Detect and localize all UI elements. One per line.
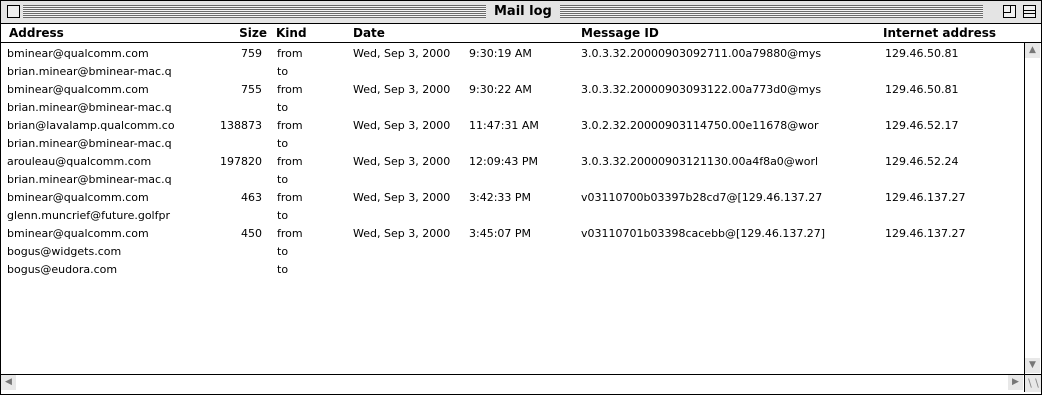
- scroll-right-arrow-icon[interactable]: ▶: [1008, 375, 1023, 390]
- cell-kind: to: [277, 245, 289, 258]
- cell-date: Wed, Sep 3, 2000: [353, 227, 451, 240]
- collapse-box-icon[interactable]: [1023, 5, 1036, 18]
- mail-log-window: Mail log Address Size Kind Date Message …: [0, 0, 1042, 395]
- cell-address: glenn.muncrief@future.golfpr: [7, 209, 170, 222]
- cell-date: Wed, Sep 3, 2000: [353, 191, 451, 204]
- scroll-down-arrow-icon[interactable]: ▼: [1025, 358, 1040, 373]
- cell-kind: from: [277, 191, 303, 204]
- cell-message-id: 3.0.3.32.20000903092711.00a79880@mys: [581, 47, 822, 60]
- column-header-internet-address[interactable]: Internet address: [883, 24, 1023, 42]
- table-row[interactable]: arouleau@qualcomm.com 197820 from Wed, Sep …: [1, 153, 1024, 171]
- cell-time: 9:30:22 AM: [469, 83, 532, 96]
- cell-size: 759: [241, 47, 262, 60]
- cell-internet-address: 129.46.137.27: [885, 227, 966, 240]
- cell-address: bminear@qualcomm.com: [7, 83, 149, 96]
- column-header-kind[interactable]: Kind: [276, 24, 336, 42]
- horizontal-scrollbar[interactable]: ◀ ▶: [1, 374, 1024, 391]
- title-bar[interactable]: Mail log: [1, 1, 1041, 24]
- window-title: Mail log: [486, 2, 560, 22]
- cell-date: Wed, Sep 3, 2000: [353, 155, 451, 168]
- table-row[interactable]: brian.minear@bminear-mac.q to: [1, 63, 1024, 81]
- table-row[interactable]: bminear@qualcomm.com 450 from Wed, Sep 3, 2…: [1, 225, 1024, 243]
- cell-address: bogus@widgets.com: [7, 245, 122, 258]
- table-row[interactable]: bminear@qualcomm.com 463 from Wed, Sep 3, 2…: [1, 189, 1024, 207]
- cell-message-id: v03110700b03397b28cd7@[129.46.137.27: [581, 191, 823, 204]
- column-header-row: Address Size Kind Date Message ID Intern…: [1, 24, 1041, 43]
- table-row[interactable]: brian.minear@bminear-mac.q to: [1, 99, 1024, 117]
- cell-address: bminear@qualcomm.com: [7, 47, 149, 60]
- table-row[interactable]: brian.minear@bminear-mac.q to: [1, 171, 1024, 189]
- close-box-icon[interactable]: [7, 5, 20, 18]
- cell-message-id: 3.0.2.32.20000903114750.00e11678@wor: [581, 119, 819, 132]
- column-header-message-id[interactable]: Message ID: [581, 24, 861, 42]
- cell-kind: from: [277, 119, 303, 132]
- scroll-left-arrow-icon[interactable]: ◀: [1, 375, 16, 390]
- cell-size: 197820: [220, 155, 262, 168]
- cell-date: Wed, Sep 3, 2000: [353, 83, 451, 96]
- cell-address: brian.minear@bminear-mac.q: [7, 65, 172, 78]
- cell-address: brian@lavalamp.qualcomm.co: [7, 119, 175, 132]
- cell-kind: to: [277, 137, 289, 150]
- cell-kind: to: [277, 263, 289, 276]
- cell-internet-address: 129.46.137.27: [885, 191, 966, 204]
- cell-address: brian.minear@bminear-mac.q: [7, 137, 172, 150]
- cell-time: 12:09:43 PM: [469, 155, 539, 168]
- column-header-address[interactable]: Address: [9, 24, 189, 42]
- cell-size: 463: [241, 191, 262, 204]
- cell-kind: to: [277, 209, 289, 222]
- cell-kind: from: [277, 83, 303, 96]
- cell-time: 3:45:07 PM: [469, 227, 532, 240]
- cell-size: 755: [241, 83, 262, 96]
- cell-internet-address: 129.46.50.81: [885, 47, 959, 60]
- mail-log-list[interactable]: bminear@qualcomm.com 759 from Wed, Sep 3, 2…: [1, 43, 1024, 373]
- scroll-up-arrow-icon[interactable]: ▲: [1025, 43, 1040, 58]
- table-row[interactable]: brian@lavalamp.qualcomm.co 138873 from Wed,…: [1, 117, 1024, 135]
- cell-date: Wed, Sep 3, 2000: [353, 119, 451, 132]
- zoom-box-icon[interactable]: [1003, 5, 1016, 18]
- cell-address: brian.minear@bminear-mac.q: [7, 173, 172, 186]
- cell-message-id: 3.0.3.32.20000903121130.00a4f8a0@worl: [581, 155, 819, 168]
- cell-time: 3:42:33 PM: [469, 191, 532, 204]
- cell-address: bminear@qualcomm.com: [7, 191, 149, 204]
- cell-kind: to: [277, 173, 289, 186]
- cell-internet-address: 129.46.52.17: [885, 119, 959, 132]
- cell-address: brian.minear@bminear-mac.q: [7, 101, 172, 114]
- column-header-size[interactable]: Size: [201, 24, 267, 42]
- cell-kind: from: [277, 227, 303, 240]
- cell-kind: from: [277, 155, 303, 168]
- cell-time: 11:47:31 AM: [469, 119, 539, 132]
- cell-kind: to: [277, 101, 289, 114]
- vertical-scrollbar[interactable]: ▲ ▼: [1024, 43, 1041, 374]
- cell-internet-address: 129.46.52.24: [885, 155, 959, 168]
- cell-size: 138873: [220, 119, 262, 132]
- cell-time: 9:30:19 AM: [469, 47, 532, 60]
- cell-address: arouleau@qualcomm.com: [7, 155, 152, 168]
- cell-internet-address: 129.46.50.81: [885, 83, 959, 96]
- cell-address: bogus@eudora.com: [7, 263, 118, 276]
- table-row[interactable]: bminear@qualcomm.com 755 from Wed, Sep 3, 2…: [1, 81, 1024, 99]
- cell-message-id: v03110701b03398cacebb@[129.46.137.27]: [581, 227, 826, 240]
- cell-message-id: 3.0.3.32.20000903093122.00a773d0@mys: [581, 83, 822, 96]
- grow-box-icon[interactable]: ∖∖: [1024, 374, 1041, 392]
- cell-date: Wed, Sep 3, 2000: [353, 47, 451, 60]
- table-row[interactable]: bminear@qualcomm.com 759 from Wed, Sep 3, 2…: [1, 45, 1024, 63]
- table-row[interactable]: glenn.muncrief@future.golfpr to: [1, 207, 1024, 225]
- cell-kind: from: [277, 47, 303, 60]
- table-row[interactable]: bogus@widgets.com to: [1, 243, 1024, 261]
- column-header-date[interactable]: Date: [353, 24, 553, 42]
- table-row[interactable]: brian.minear@bminear-mac.q to: [1, 135, 1024, 153]
- cell-size: 450: [241, 227, 262, 240]
- cell-kind: to: [277, 65, 289, 78]
- table-row[interactable]: bogus@eudora.com to: [1, 261, 1024, 279]
- cell-address: bminear@qualcomm.com: [7, 227, 149, 240]
